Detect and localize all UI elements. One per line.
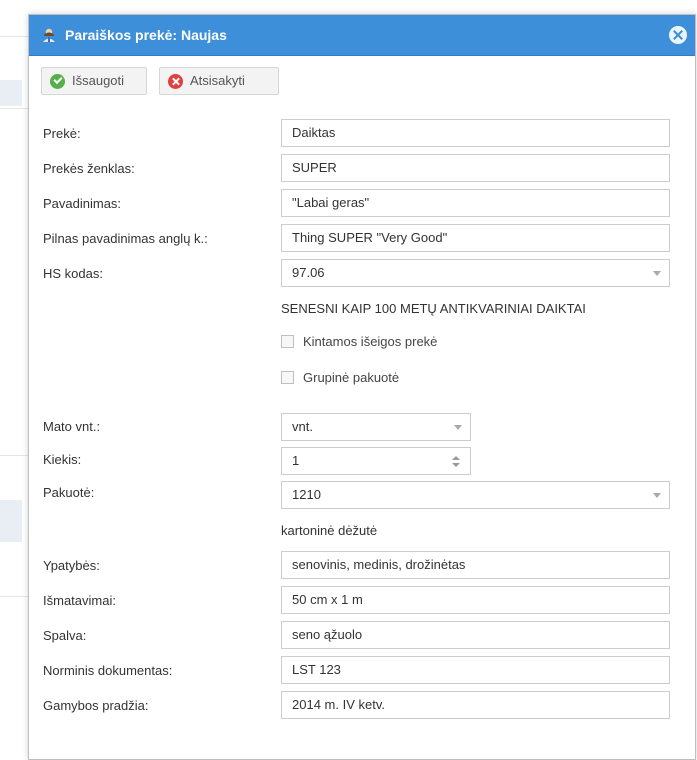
pilnas-field[interactable]: Thing SUPER "Very Good" (281, 224, 670, 252)
increment-arrow-icon[interactable] (452, 456, 460, 460)
close-icon[interactable] (669, 26, 687, 44)
hs-value: 97.06 (292, 265, 325, 280)
checkmark-icon (50, 74, 65, 89)
chevron-down-icon (653, 493, 661, 498)
zenklas-field[interactable]: SUPER (281, 154, 670, 182)
ypatybes-value: senovinis, medinis, drožinėtas (292, 557, 466, 572)
gamybos-label: Gamybos pradžia: (43, 698, 149, 713)
norminis-label: Norminis dokumentas: (43, 663, 173, 678)
gamybos-field[interactable]: 2014 m. IV ketv. (281, 691, 670, 719)
pakuote-label: Pakuotė: (43, 485, 95, 500)
pakuote-value: 1210 (292, 487, 321, 502)
mato-value: vnt. (292, 419, 313, 434)
ismatavimai-field[interactable]: 50 cm x 1 m (281, 586, 670, 614)
pilnas-value: Thing SUPER "Very Good" (292, 230, 448, 245)
item-dialog: Paraiškos prekė: Naujas Išsaugoti Atsisa… (28, 14, 696, 760)
background-divider (0, 596, 30, 597)
ypatybes-field[interactable]: senovinis, medinis, drožinėtas (281, 551, 670, 579)
background-divider (0, 455, 30, 456)
save-button-label: Išsaugoti (72, 73, 125, 88)
cancel-button[interactable]: Atsisakyti (159, 67, 279, 95)
kintamos-checkbox[interactable] (281, 335, 294, 348)
decrement-arrow-icon[interactable] (452, 463, 460, 467)
cancel-button-label: Atsisakyti (190, 73, 245, 88)
pavadinimas-value: "Labai geras" (292, 195, 370, 210)
user-icon (43, 28, 55, 42)
norminis-field[interactable]: LST 123 (281, 656, 670, 684)
mato-label: Mato vnt.: (43, 419, 101, 434)
zenklas-label: Prekės ženklas: (43, 161, 135, 176)
preke-label: Prekė: (43, 126, 81, 141)
hs-description: SENESNI KAIP 100 METŲ ANTIKVARINIAI DAIK… (281, 301, 586, 316)
ismatavimai-label: Išmatavimai: (43, 593, 116, 608)
kiekis-label: Kiekis: (43, 452, 82, 467)
zenklas-value: SUPER (292, 160, 337, 175)
background-row (0, 80, 22, 106)
pakuote-description: kartoninė dėžutė (281, 523, 378, 538)
spalva-label: Spalva: (43, 628, 87, 643)
mato-select[interactable]: vnt. (281, 413, 471, 441)
kiekis-value: 1 (292, 453, 300, 468)
dialog-title: Paraiškos prekė: Naujas (65, 27, 227, 43)
preke-value: Daiktas (292, 125, 336, 140)
chevron-down-icon (653, 271, 661, 276)
norminis-value: LST 123 (292, 662, 341, 677)
hs-label: HS kodas: (43, 266, 103, 281)
spalva-value: seno ąžuolo (292, 627, 363, 642)
chevron-down-icon (454, 425, 462, 430)
gamybos-value: 2014 m. IV ketv. (292, 697, 385, 712)
pavadinimas-field[interactable]: "Labai geras" (281, 189, 670, 217)
ypatybes-label: Ypatybės: (43, 558, 100, 573)
background-divider (0, 36, 30, 37)
hs-select[interactable]: 97.06 (281, 259, 670, 287)
grupine-label: Grupinė pakuotė (303, 370, 400, 385)
cancel-icon (168, 74, 183, 89)
spalva-field[interactable]: seno ąžuolo (281, 621, 670, 649)
ismatavimai-value: 50 cm x 1 m (292, 592, 363, 607)
dialog-titlebar[interactable]: Paraiškos prekė: Naujas (29, 15, 695, 56)
preke-field[interactable]: Daiktas (281, 119, 670, 147)
grupine-checkbox[interactable] (281, 371, 294, 384)
pakuote-select[interactable]: 1210 (281, 481, 670, 509)
pavadinimas-label: Pavadinimas: (43, 196, 122, 211)
background-row (0, 500, 22, 542)
kintamos-label: Kintamos išeigos prekė (303, 334, 438, 349)
kiekis-stepper[interactable]: 1 (281, 447, 471, 475)
save-button[interactable]: Išsaugoti (41, 67, 147, 95)
background-divider (0, 108, 30, 109)
pilnas-label: Pilnas pavadinimas anglų k.: (43, 231, 208, 246)
